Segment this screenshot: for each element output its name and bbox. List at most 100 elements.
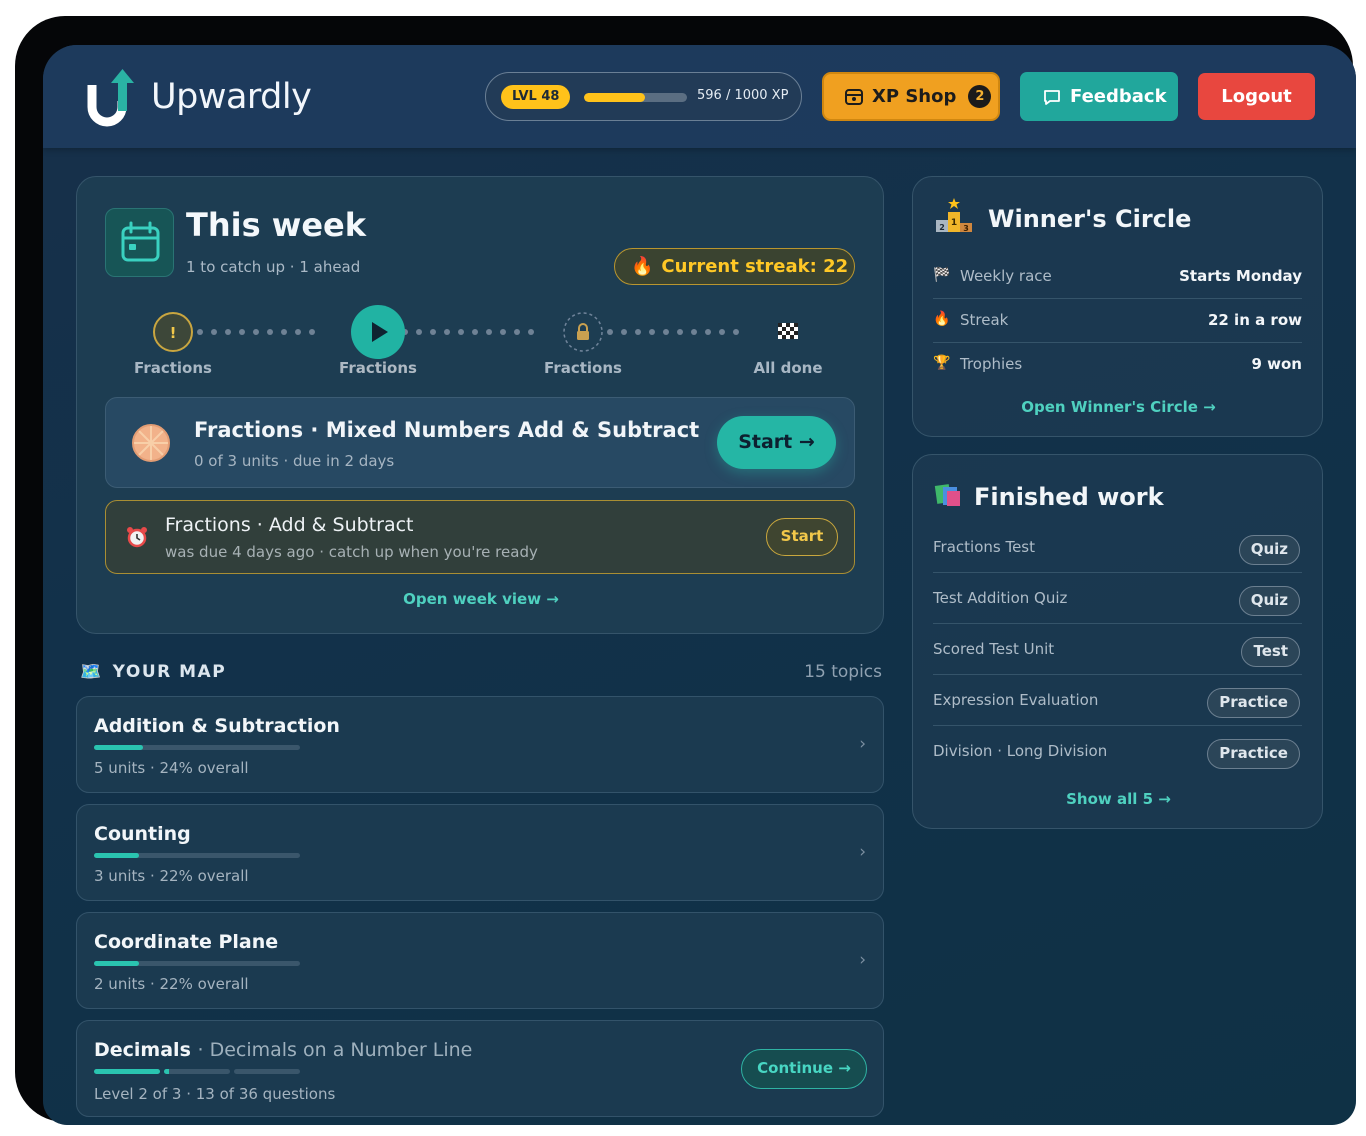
week-title: This week (186, 206, 367, 244)
xp-text: 596 / 1000 XP (697, 88, 789, 103)
finished-item[interactable]: Test Addition Quiz Quiz (933, 573, 1302, 624)
finished-item[interactable]: Scored Test Unit Test (933, 624, 1302, 675)
trophy-icon: 🏆 (933, 355, 951, 371)
svg-text:1: 1 (951, 218, 957, 228)
row-value: 22 in a row (1207, 311, 1302, 329)
next-assignment-card[interactable]: Fractions · Mixed Numbers Add & Subtract… (105, 397, 855, 488)
topic-title: Decimals (94, 1039, 191, 1061)
chat-icon (1044, 89, 1060, 105)
show-all-link[interactable]: Show all 5 → (913, 790, 1324, 808)
books-icon (934, 484, 960, 506)
topic-name: Addition & Subtraction (94, 715, 340, 737)
work-type-tag: Practice (1207, 688, 1300, 718)
finished-item-label: Division · Long Division (933, 742, 1108, 760)
topic-card[interactable]: Addition & Subtraction 5 units · 24% ove… (76, 696, 884, 793)
warning-step-icon[interactable]: ! (152, 311, 194, 353)
top-bar: Upwardly LVL 48 596 / 1000 XP XP Shop 2 … (43, 45, 1356, 148)
finished-item[interactable]: Expression Evaluation Practice (933, 675, 1302, 726)
topic-subtitle: · Decimals on a Number Line (197, 1039, 473, 1061)
row-value: 9 won (1251, 355, 1302, 373)
topic-meta: 5 units · 24% overall (94, 759, 249, 777)
work-type-tag: Test (1241, 637, 1300, 667)
level-segment (94, 1069, 160, 1074)
overdue-assignment-meta: was due 4 days ago · catch up when you'r… (165, 543, 538, 561)
level-badge: LVL 48 (501, 85, 571, 109)
xp-progress-pill: LVL 48 596 / 1000 XP (485, 72, 802, 121)
this-week-card: This week 1 to catch up · 1 ahead 🔥 Curr… (76, 176, 884, 634)
logout-button[interactable]: Logout (1198, 73, 1315, 120)
streak-row: 🔥 Streak 22 in a row (933, 299, 1302, 343)
step-label: Fractions (544, 359, 622, 377)
open-winners-circle-link[interactable]: Open Winner's Circle → (913, 398, 1324, 416)
chevron-right-icon: › (859, 842, 866, 862)
work-type-tag: Practice (1207, 739, 1300, 769)
finished-work-card: Finished work Fractions Test Quiz Test A… (912, 454, 1323, 829)
work-type-tag: Quiz (1238, 535, 1300, 565)
finished-item-label: Fractions Test (933, 538, 1035, 556)
open-week-view-link[interactable]: Open week view → (77, 590, 885, 608)
next-assignment-title: Fractions · Mixed Numbers Add & Subtract (194, 418, 700, 442)
lock-step-icon (563, 312, 603, 352)
map-section-header: 🗺️ YOUR MAP (80, 662, 226, 682)
xp-bar-fill (584, 93, 646, 102)
row-label: Weekly race (960, 267, 1052, 285)
level-progress-segments (94, 1069, 300, 1074)
play-step-icon[interactable] (349, 303, 407, 361)
winners-circle-title: Winner's Circle (988, 205, 1192, 233)
device-frame: Upwardly LVL 48 596 / 1000 XP XP Shop 2 … (15, 16, 1356, 1125)
feedback-button[interactable]: Feedback (1020, 72, 1178, 121)
track-dots (402, 329, 534, 335)
start-button[interactable]: Start → (717, 416, 836, 469)
topic-progress-fill (94, 745, 144, 750)
map-title: YOUR MAP (112, 662, 227, 682)
checkered-flag-icon (778, 323, 798, 339)
svg-text:!: ! (170, 324, 177, 342)
alarm-clock-icon (127, 527, 147, 548)
finished-item[interactable]: Division · Long Division Practice (933, 726, 1302, 777)
row-value: Starts Monday (1179, 267, 1302, 285)
next-assignment-meta: 0 of 3 units · due in 2 days (194, 452, 395, 470)
topic-card-in-progress[interactable]: Decimals · Decimals on a Number Line Lev… (76, 1020, 884, 1117)
continue-button[interactable]: Continue → (741, 1049, 867, 1089)
topic-meta: 3 units · 22% overall (94, 867, 249, 885)
week-subtitle: 1 to catch up · 1 ahead (186, 258, 361, 276)
topic-card[interactable]: Counting 3 units · 22% overall › (76, 804, 884, 901)
catch-up-start-button[interactable]: Start (766, 518, 838, 556)
topic-name: Decimals · Decimals on a Number Line (94, 1039, 472, 1061)
brand-name: Upwardly (151, 77, 312, 117)
svg-text:2: 2 (939, 223, 945, 232)
xp-shop-label: XP Shop (872, 86, 957, 107)
streak-badge: 🔥 Current streak: 22 (614, 248, 855, 285)
overdue-assignment-card[interactable]: Fractions · Add & Subtract was due 4 day… (105, 500, 855, 574)
xp-bar (584, 93, 687, 102)
level-segment (234, 1069, 300, 1074)
app-screen: Upwardly LVL 48 596 / 1000 XP XP Shop 2 … (43, 45, 1356, 1125)
finished-item[interactable]: Fractions Test Quiz (933, 522, 1302, 573)
finished-item-label: Test Addition Quiz (933, 589, 1068, 607)
streak-text: Current streak: 22 (661, 256, 849, 277)
step-label: All done (753, 359, 823, 377)
podium-icon: 1 2 3 (936, 198, 972, 233)
level-segment (164, 1069, 230, 1074)
topic-progress-bar (94, 745, 300, 750)
track-dots (197, 329, 315, 335)
map-icon: 🗺️ (80, 662, 103, 682)
winners-circle-card: 1 2 3 Winner's Circle 🏁 Weekly race Star… (912, 176, 1323, 437)
topic-card[interactable]: Coordinate Plane 2 units · 22% overall › (76, 912, 884, 1009)
step-label: Fractions (134, 359, 212, 377)
xp-shop-button[interactable]: XP Shop 2 (822, 72, 1000, 121)
chevron-right-icon: › (859, 734, 866, 754)
overdue-assignment-title: Fractions · Add & Subtract (165, 514, 414, 536)
shop-icon (845, 88, 863, 105)
topic-progress-fill (94, 853, 140, 858)
fire-icon: 🔥 (933, 311, 951, 327)
topic-name: Counting (94, 823, 191, 845)
topic-progress-bar (94, 961, 300, 966)
upwardly-logo-icon[interactable] (86, 67, 136, 129)
finished-work-title: Finished work (974, 483, 1164, 511)
track-dots (607, 329, 739, 335)
shop-count-badge: 2 (968, 85, 992, 108)
chevron-right-icon: › (859, 950, 866, 970)
topic-progress-fill (94, 961, 140, 966)
feedback-label: Feedback (1070, 86, 1167, 107)
